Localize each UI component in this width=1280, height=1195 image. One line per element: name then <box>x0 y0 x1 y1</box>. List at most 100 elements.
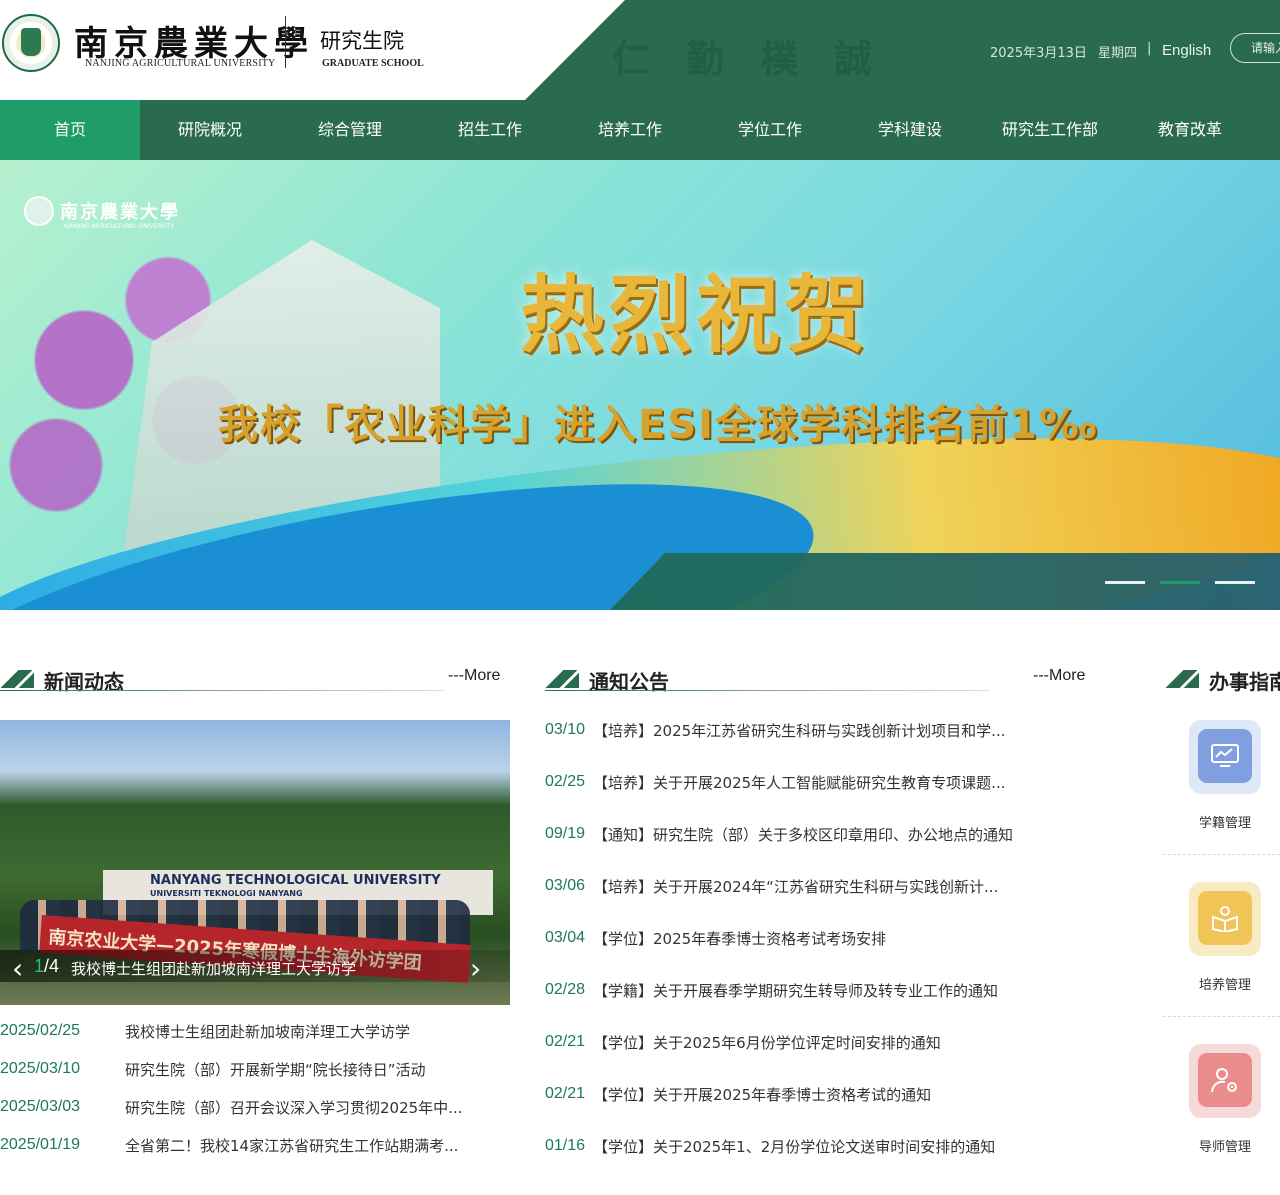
section-mark-icon <box>545 670 579 688</box>
guide-divider <box>1163 854 1280 855</box>
news-heading: 新闻动态 <box>0 664 510 694</box>
notice-title[interactable]: 【培养】关于开展2024年“江苏省研究生科研与实践创新计... <box>593 876 1088 897</box>
news-date: 2025/01/19 <box>0 1136 81 1153</box>
current-weekday: 星期四 <box>1098 46 1138 61</box>
photo-counter-total: /4 <box>44 956 60 976</box>
banner-subtitle: 我校「农业科学」进入ESI全球学科排名前1‰ <box>218 402 1099 448</box>
department-name-en: GRADUATE SCHOOL <box>322 58 424 69</box>
main-nav: 首页 研院概况 综合管理 招生工作 培养工作 学位工作 学科建设 研究生工作部 … <box>0 100 1280 160</box>
notice-item[interactable]: 02/28 【学籍】关于开展春季学期研究生转导师及转专业工作的通知 <box>545 964 1105 1016</box>
carousel-dot[interactable] <box>1215 581 1255 584</box>
notice-item[interactable]: 02/25 【培养】关于开展2025年人工智能赋能研究生教育专项课题... <box>545 756 1105 808</box>
banner-logo: 南京農業大學 <box>60 202 180 223</box>
department-name-cn[interactable]: 研究生院 <box>320 25 404 55</box>
university-motto: 仁勤樸誠 <box>612 36 909 81</box>
notice-title[interactable]: 【通知】研究生院（部）关于多校区印章用印、办公地点的通知 <box>593 824 1088 845</box>
section-divider <box>545 690 990 691</box>
section-mark-icon <box>1165 670 1199 688</box>
notice-date: 02/28 <box>545 981 586 998</box>
notice-title[interactable]: 【学位】关于2025年1、2月份学位论文送审时间安排的通知 <box>593 1136 1088 1157</box>
photo-counter: 1/4 <box>34 956 59 977</box>
photo-counter-current: 1 <box>34 956 45 976</box>
notice-date: 09/19 <box>545 825 586 842</box>
nav-degree[interactable]: 学位工作 <box>700 100 840 160</box>
guide-item-enrollment[interactable]: 学籍管理 <box>1163 720 1280 840</box>
guide-item-training[interactable]: 培养管理 <box>1163 882 1280 1002</box>
photo-caption[interactable]: 我校博士生组团赴新加坡南洋理工大学访学 <box>71 958 356 979</box>
notice-title[interactable]: 【学位】2025年春季博士资格考试考场安排 <box>593 928 1088 949</box>
guide-heading-text: 办事指南 <box>1209 670 1280 694</box>
book-person-icon <box>1198 891 1252 945</box>
guide-icon-frame <box>1189 720 1261 794</box>
news-title[interactable]: 研究生院（部）开展新学期“院长接待日”活动 <box>125 1059 485 1080</box>
chevron-right-icon[interactable]: › <box>470 952 481 985</box>
english-link[interactable]: English <box>1162 42 1211 59</box>
notice-title[interactable]: 【学位】关于开展2025年春季博士资格考试的通知 <box>593 1084 1088 1105</box>
news-item[interactable]: 2025/01/19 全省第二！我校14家江苏省研究生工作站期满考... <box>0 1126 510 1164</box>
news-date: 2025/03/03 <box>0 1098 81 1115</box>
notice-date: 01/16 <box>545 1137 586 1154</box>
notices-heading: 通知公告 <box>545 664 1105 694</box>
notice-date: 02/21 <box>545 1085 586 1102</box>
notice-item[interactable]: 01/16 【学位】关于2025年1、2月份学位论文送审时间安排的通知 <box>545 1120 1105 1172</box>
photo-sign-sub: UNIVERSITI TEKNOLOGI NANYANG <box>150 889 303 898</box>
notice-title[interactable]: 【培养】2025年江苏省研究生科研与实践创新计划项目和学... <box>593 720 1088 741</box>
nav-overview[interactable]: 研院概况 <box>140 100 280 160</box>
search-input[interactable]: 请输入 <box>1230 33 1280 63</box>
news-photo-carousel[interactable]: NANYANG TECHNOLOGICAL UNIVERSITY UNIVERS… <box>0 720 510 1005</box>
person-gear-icon <box>1198 1053 1252 1107</box>
nav-admissions[interactable]: 招生工作 <box>420 100 560 160</box>
nav-home[interactable]: 首页 <box>0 100 140 160</box>
banner-emblem-icon <box>24 196 54 226</box>
news-date: 2025/02/25 <box>0 1022 81 1039</box>
notice-item[interactable]: 03/04 【学位】2025年春季博士资格考试考场安排 <box>545 912 1105 964</box>
notice-title[interactable]: 【培养】关于开展2025年人工智能赋能研究生教育专项课题... <box>593 772 1088 793</box>
notice-item[interactable]: 02/21 【学位】关于2025年6月份学位评定时间安排的通知 <box>545 1016 1105 1068</box>
nav-discipline[interactable]: 学科建设 <box>840 100 980 160</box>
notice-item[interactable]: 02/21 【学位】关于开展2025年春季博士资格考试的通知 <box>545 1068 1105 1120</box>
carousel-dot-active[interactable] <box>1160 581 1200 584</box>
nav-reform[interactable]: 教育改革 <box>1120 100 1260 160</box>
university-name-en: NANJING AGRICULTURAL UNIVERSITY <box>85 58 276 69</box>
chevron-left-icon[interactable]: ‹ <box>12 952 23 985</box>
news-date: 2025/03/10 <box>0 1060 81 1077</box>
banner-logo-en: NANJING AGRICULTURAL UNIVERSITY <box>64 223 175 230</box>
notice-date: 03/06 <box>545 877 586 894</box>
news-item[interactable]: 2025/03/10 研究生院（部）开展新学期“院长接待日”活动 <box>0 1050 510 1088</box>
guide-icon-frame <box>1189 882 1261 956</box>
monitor-chart-icon <box>1198 729 1252 783</box>
notice-date: 03/04 <box>545 929 586 946</box>
notices-more-link[interactable]: ---More <box>1033 667 1085 685</box>
carousel-dot[interactable] <box>1105 581 1145 584</box>
university-emblem-icon[interactable] <box>2 14 60 72</box>
header-separator: | <box>1147 41 1152 56</box>
news-item[interactable]: 2025/03/03 研究生院（部）召开会议深入学习贯彻2025年中... <box>0 1088 510 1126</box>
guide-label: 培养管理 <box>1198 978 1251 993</box>
logo-divider <box>285 16 286 68</box>
news-list: 2025/02/25 我校博士生组团赴新加坡南洋理工大学访学 2025/03/1… <box>0 1012 510 1164</box>
guide-label: 学籍管理 <box>1198 816 1251 831</box>
news-title[interactable]: 我校博士生组团赴新加坡南洋理工大学访学 <box>125 1021 485 1042</box>
banner-title: 热烈祝贺 <box>520 266 873 364</box>
nav-training[interactable]: 培养工作 <box>560 100 700 160</box>
nav-management[interactable]: 综合管理 <box>280 100 420 160</box>
news-title[interactable]: 研究生院（部）召开会议深入学习贯彻2025年中... <box>125 1097 485 1118</box>
guide-item-supervisor[interactable]: 导师管理 <box>1163 1044 1280 1164</box>
notice-title[interactable]: 【学籍】关于开展春季学期研究生转导师及转专业工作的通知 <box>593 980 1088 1001</box>
news-more-link[interactable]: ---More <box>448 667 500 685</box>
current-date: 2025年3月13日 <box>990 46 1087 61</box>
notice-item[interactable]: 03/10 【培养】2025年江苏省研究生科研与实践创新计划项目和学... <box>545 704 1105 756</box>
site-header: 南京農業大學 NANJING AGRICULTURAL UNIVERSITY 研… <box>0 0 1280 100</box>
news-title[interactable]: 全省第二！我校14家江苏省研究生工作站期满考... <box>125 1135 485 1156</box>
notice-title[interactable]: 【学位】关于2025年6月份学位评定时间安排的通知 <box>593 1032 1088 1053</box>
notice-item[interactable]: 09/19 【通知】研究生院（部）关于多校区印章用印、办公地点的通知 <box>545 808 1105 860</box>
notice-item[interactable]: 03/06 【培养】关于开展2024年“江苏省研究生科研与实践创新计... <box>545 860 1105 912</box>
hero-banner[interactable]: 南京農業大學 NANJING AGRICULTURAL UNIVERSITY 热… <box>0 160 1280 610</box>
notice-date: 02/21 <box>545 1033 586 1050</box>
notice-list: 03/10 【培养】2025年江苏省研究生科研与实践创新计划项目和学... 02… <box>545 704 1105 1172</box>
news-item[interactable]: 2025/02/25 我校博士生组团赴新加坡南洋理工大学访学 <box>0 1012 510 1050</box>
nav-student-affairs[interactable]: 研究生工作部 <box>980 100 1120 160</box>
notice-date: 03/10 <box>545 721 586 738</box>
guide-divider <box>1163 1016 1280 1017</box>
notice-date: 02/25 <box>545 773 586 790</box>
